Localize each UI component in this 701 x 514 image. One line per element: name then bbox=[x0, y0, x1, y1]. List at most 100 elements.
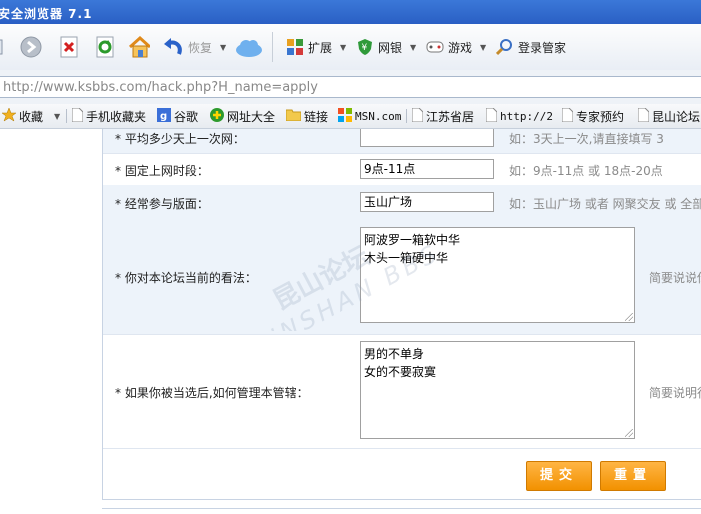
page-edge-icon bbox=[0, 36, 4, 58]
chevron-down-icon[interactable]: ▼ bbox=[220, 43, 226, 52]
page-icon bbox=[561, 107, 574, 125]
browser-toolbar: 恢复 ▼ 扩展 ▼ ¥ 网银 ▼ 游戏 ▼ 登录管家 bbox=[0, 24, 701, 71]
bookmark-label: 专家预约 bbox=[576, 109, 625, 124]
field-label: * 经常参与版面： bbox=[115, 197, 209, 211]
extensions-grid-icon bbox=[286, 36, 304, 58]
bookmark-item[interactable]: 链接 bbox=[285, 107, 329, 125]
restore-label: 恢复 bbox=[188, 40, 213, 55]
window-title-bar: 安全浏览器 7.1 bbox=[0, 0, 701, 24]
resize-grip-icon[interactable] bbox=[625, 429, 633, 437]
textarea-line: 男的不单身 bbox=[364, 347, 425, 361]
bookmark-label: 江苏省居 bbox=[426, 109, 475, 124]
opinion-textarea[interactable]: 阿波罗一箱软中华 木头一箱硬中华 bbox=[360, 227, 635, 323]
resize-grip-icon[interactable] bbox=[625, 313, 633, 321]
login-manager-button[interactable]: 登录管家 bbox=[496, 34, 566, 60]
field-hint: 简要说说你 bbox=[649, 271, 701, 285]
bookmarks-bar: 收藏 ▼ 手机收藏夹 g 谷歌 网址大全 链接 MSN.com 江苏省居 htt… bbox=[0, 104, 701, 129]
login-manager-label: 登录管家 bbox=[518, 40, 567, 55]
bookmark-item[interactable]: 网址大全 bbox=[210, 107, 275, 125]
chevron-down-icon: ▼ bbox=[410, 42, 417, 52]
form-row-management: * 如果你被当选后,如何管理本管辖： 男的不单身 女的不要寂寞 简要说明行 bbox=[103, 334, 701, 449]
home-button[interactable] bbox=[128, 34, 150, 60]
favorites-star-icon bbox=[1, 106, 17, 125]
management-textarea[interactable]: 男的不单身 女的不要寂寞 bbox=[360, 341, 635, 439]
textarea-line: 女的不要寂寞 bbox=[364, 365, 437, 379]
toolbar-divider bbox=[272, 32, 273, 62]
bookmark-label: 收藏 bbox=[19, 109, 44, 124]
tool-edge-button[interactable] bbox=[0, 34, 4, 60]
bookmark-divider bbox=[406, 109, 407, 123]
bookmark-label: 昆山论坛 bbox=[652, 109, 701, 124]
field-label: * 平均多少天上一次网： bbox=[115, 132, 245, 146]
chevron-down-icon: ▼ bbox=[480, 42, 487, 52]
bookmark-label: 链接 bbox=[304, 109, 329, 124]
folder-icon bbox=[285, 109, 302, 124]
bookmark-label: 手机收藏夹 bbox=[86, 109, 147, 124]
games-menu-button[interactable]: 游戏 ▼ bbox=[426, 34, 486, 60]
bookmark-item[interactable]: 江苏省居 bbox=[411, 107, 475, 125]
field-label: * 你对本论坛当前的看法： bbox=[115, 271, 257, 285]
application-form: * 平均多少天上一次网： 如：3天上一次,请直接填写 3 * 固定上网时段： 9… bbox=[102, 129, 701, 500]
reset-button[interactable]: 重置 bbox=[600, 461, 666, 491]
form-row-online-time: * 固定上网时段： 9点-11点 如：9点-11点 或 18点-20点 bbox=[103, 153, 701, 186]
gamepad-icon bbox=[426, 36, 444, 58]
google-icon: g bbox=[157, 107, 171, 125]
page-content: * 平均多少天上一次网： 如：3天上一次,请直接填写 3 * 固定上网时段： 9… bbox=[0, 129, 701, 514]
bookmark-item[interactable]: 手机收藏夹 bbox=[71, 107, 147, 125]
online-time-input[interactable]: 9点-11点 bbox=[360, 159, 494, 179]
forward-arrow-icon bbox=[20, 36, 42, 58]
bookmark-label: MSN.com bbox=[355, 109, 402, 123]
page-icon bbox=[485, 107, 498, 125]
panel-bottom-border bbox=[102, 508, 701, 509]
netbank-label: 网银 bbox=[378, 40, 403, 55]
address-bar: http://www.ksbbs.com/hack.php?H_name=app… bbox=[0, 70, 701, 105]
cloud-icon bbox=[234, 36, 264, 58]
bookmark-label: 网址大全 bbox=[227, 109, 276, 124]
games-label: 游戏 bbox=[448, 40, 473, 55]
form-row-days: * 平均多少天上一次网： 如：3天上一次,请直接填写 3 bbox=[103, 129, 701, 154]
extend-menu-button[interactable]: 扩展 ▼ bbox=[286, 34, 346, 60]
netbank-menu-button[interactable]: ¥ 网银 ▼ bbox=[356, 34, 416, 60]
url-input[interactable]: http://www.ksbbs.com/hack.php?H_name=app… bbox=[0, 76, 701, 98]
field-label: * 固定上网时段： bbox=[115, 164, 209, 178]
field-hint: 如：3天上一次,请直接填写 3 bbox=[509, 132, 664, 146]
refresh-button[interactable] bbox=[94, 34, 116, 60]
bookmark-item[interactable]: 专家预约 bbox=[561, 107, 625, 125]
forward-button[interactable] bbox=[20, 34, 42, 60]
field-hint: 简要说明行 bbox=[649, 386, 701, 400]
home-icon bbox=[128, 36, 150, 58]
textarea-line: 木头一箱硬中华 bbox=[364, 251, 449, 265]
undo-arrow-icon bbox=[162, 36, 184, 58]
svg-text:¥: ¥ bbox=[362, 43, 368, 53]
bookmark-divider bbox=[66, 109, 67, 123]
bookmark-item[interactable]: g 谷歌 bbox=[157, 107, 198, 125]
days-input[interactable] bbox=[360, 129, 494, 147]
bookmark-item[interactable]: 昆山论坛 bbox=[637, 107, 701, 125]
page-icon bbox=[71, 107, 84, 125]
msn-icon bbox=[338, 107, 352, 125]
page-icon bbox=[637, 107, 650, 125]
bookmark-item[interactable]: MSN.com bbox=[338, 107, 401, 125]
stop-x-icon bbox=[58, 36, 80, 58]
extend-label: 扩展 bbox=[308, 40, 333, 55]
bookmark-label: 谷歌 bbox=[174, 109, 199, 124]
restore-button[interactable]: 恢复 ▼ bbox=[162, 34, 226, 60]
form-row-boards: * 经常参与版面： 玉山广场 如：玉山广场 或者 网聚交友 或 全部 bbox=[103, 185, 701, 219]
chevron-down-icon: ▼ bbox=[54, 111, 61, 121]
submit-button[interactable]: 提交 bbox=[526, 461, 592, 491]
boards-input[interactable]: 玉山广场 bbox=[360, 192, 494, 212]
magnifier-icon bbox=[496, 36, 514, 58]
cloud-button[interactable] bbox=[234, 34, 264, 60]
bookmark-label: http://2 bbox=[500, 109, 553, 123]
refresh-icon bbox=[94, 36, 116, 58]
plus-circle-icon bbox=[210, 107, 224, 125]
bookmark-favorites[interactable]: 收藏 ▼ bbox=[1, 106, 61, 125]
bank-shield-icon: ¥ bbox=[356, 36, 374, 58]
chevron-down-icon: ▼ bbox=[340, 42, 347, 52]
bookmark-item[interactable]: http://2 bbox=[485, 107, 553, 125]
stop-button[interactable] bbox=[58, 34, 80, 60]
svg-text:g: g bbox=[160, 111, 167, 122]
form-row-opinion: * 你对本论坛当前的看法： 阿波罗一箱软中华 木头一箱硬中华 简要说说你 bbox=[103, 218, 701, 335]
window-title: 安全浏览器 7.1 bbox=[0, 7, 93, 21]
field-hint: 如：玉山广场 或者 网聚交友 或 全部 bbox=[509, 197, 701, 211]
